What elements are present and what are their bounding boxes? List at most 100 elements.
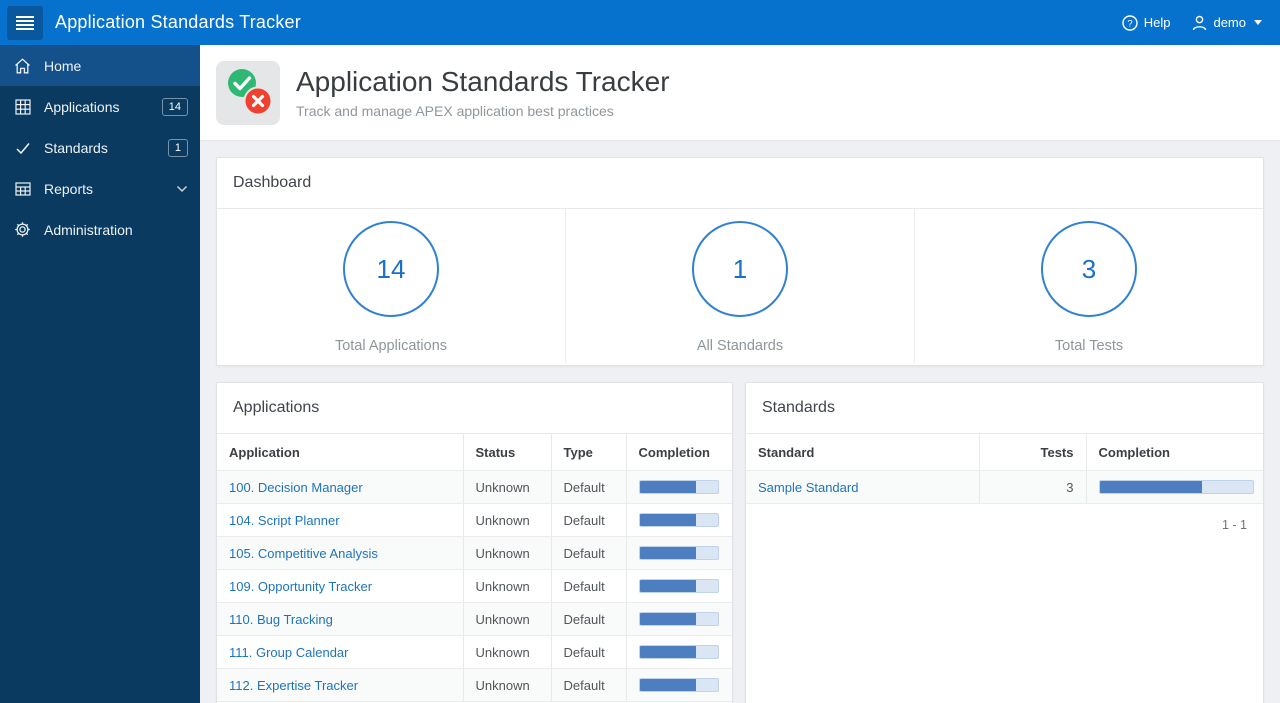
help-label: Help	[1143, 15, 1171, 30]
sidebar-item-applications[interactable]: Applications 14	[0, 86, 200, 127]
application-link[interactable]: 105. Competitive Analysis	[229, 546, 378, 561]
completion-progressbar	[638, 612, 719, 626]
user-icon	[1192, 15, 1207, 31]
stat-circle: 3	[1041, 221, 1137, 317]
applications-count-badge: 14	[161, 97, 188, 116]
sidebar-item-home[interactable]: Home	[0, 45, 200, 86]
sidebar-item-reports[interactable]: Reports	[0, 168, 200, 209]
page-subtitle: Track and manage APEX application best p…	[296, 102, 614, 119]
completion-progressbar	[638, 678, 719, 692]
stat-all-standards: 1 All Standards	[565, 209, 914, 363]
applications-table: Application Status Type Completion 100. …	[217, 433, 732, 702]
application-link[interactable]: 104. Script Planner	[229, 513, 340, 528]
page-header: Application Standards Tracker Track and …	[200, 45, 1280, 141]
stat-label: All Standards	[696, 338, 784, 354]
standards-table: Standard Tests Completion Sample Standar…	[746, 433, 1263, 504]
sidebar-item-label: Administration	[44, 221, 133, 238]
grid-icon	[14, 98, 31, 115]
application-link[interactable]: 112. Expertise Tracker	[229, 678, 358, 693]
status-cell: Unknown	[462, 536, 551, 570]
chevron-down-icon	[176, 185, 188, 193]
dashboard-card-title: Dashboard	[233, 174, 312, 191]
table-row: 110. Bug Tracking Unknown Default	[217, 602, 732, 636]
stat-circle: 1	[692, 221, 788, 317]
column-header: Status	[462, 433, 551, 471]
type-cell: Default	[550, 503, 626, 537]
table-row: 105. Competitive Analysis Unknown Defaul…	[217, 536, 732, 570]
completion-progressbar	[638, 480, 719, 494]
sidebar-item-label: Applications	[44, 98, 120, 115]
type-cell: Default	[550, 536, 626, 570]
column-header: Application	[217, 433, 463, 471]
stat-label: Total Applications	[334, 338, 448, 354]
sidebar-item-label: Standards	[44, 139, 108, 156]
table-row: 111. Group Calendar Unknown Default	[217, 635, 732, 669]
stat-circle: 14	[343, 221, 439, 317]
type-cell: Default	[550, 470, 626, 504]
stat-total-applications: 14 Total Applications	[217, 209, 565, 363]
type-cell: Default	[550, 668, 626, 702]
report-table-icon	[14, 180, 31, 197]
column-header: Standard	[746, 433, 979, 471]
help-icon: ?	[1122, 14, 1138, 31]
column-header: Completion	[1085, 433, 1263, 471]
tests-cell: 3	[978, 470, 1086, 504]
standards-count-badge: 1	[167, 138, 188, 157]
sidebar-nav: Home Applications 14 Standards 1 Reports…	[0, 45, 200, 703]
hamburger-icon	[16, 15, 34, 30]
sidebar-item-label: Reports	[44, 180, 94, 197]
applications-card: Applications Application Status Type Com…	[216, 382, 733, 703]
application-link[interactable]: 100. Decision Manager	[229, 480, 363, 495]
dashboard-card: Dashboard 14 Total Applications 1 All St…	[216, 157, 1264, 366]
applications-card-title: Applications	[233, 399, 320, 416]
table-row: 109. Opportunity Tracker Unknown Default	[217, 569, 732, 603]
type-cell: Default	[550, 602, 626, 636]
completion-progressbar	[638, 513, 719, 527]
application-link[interactable]: 111. Group Calendar	[229, 645, 348, 660]
status-cell: Unknown	[462, 602, 551, 636]
pagination-label: 1 - 1	[1221, 518, 1247, 532]
sidebar-item-administration[interactable]: Administration	[0, 209, 200, 250]
status-cell: Unknown	[462, 569, 551, 603]
stat-value: 3	[1081, 253, 1097, 284]
application-link[interactable]: 109. Opportunity Tracker	[229, 579, 372, 594]
user-menu[interactable]: demo	[1192, 15, 1262, 31]
table-row: Sample Standard 3	[746, 470, 1263, 504]
standards-card-title: Standards	[762, 399, 835, 416]
sidebar-item-standards[interactable]: Standards 1	[0, 127, 200, 168]
table-row: 104. Script Planner Unknown Default	[217, 503, 732, 537]
column-header: Type	[550, 433, 626, 471]
table-row: 100. Decision Manager Unknown Default	[217, 470, 732, 504]
svg-text:?: ?	[1127, 18, 1132, 29]
stat-total-tests: 3 Total Tests	[914, 209, 1263, 363]
page-title: Application Standards Tracker	[296, 66, 670, 98]
hamburger-menu-button[interactable]	[7, 5, 43, 40]
standard-link[interactable]: Sample Standard	[758, 480, 858, 495]
application-link[interactable]: 110. Bug Tracking	[229, 612, 333, 627]
column-header: Tests	[978, 433, 1086, 471]
sidebar-item-label: Home	[44, 57, 82, 74]
completion-progressbar	[638, 579, 719, 593]
table-row: 112. Expertise Tracker Unknown Default	[217, 668, 732, 702]
user-label: demo	[1213, 15, 1246, 30]
app-bar: Application Standards Tracker ? Help dem…	[0, 0, 1280, 45]
table-header-row: Standard Tests Completion	[746, 433, 1263, 471]
content-body: Dashboard 14 Total Applications 1 All St…	[200, 141, 1280, 703]
stat-value: 14	[376, 253, 406, 284]
status-cell: Unknown	[462, 503, 551, 537]
column-header: Completion	[625, 433, 732, 471]
app-title: Application Standards Tracker	[55, 12, 301, 32]
caret-down-icon	[1254, 20, 1262, 25]
type-cell: Default	[550, 569, 626, 603]
table-header-row: Application Status Type Completion	[217, 433, 732, 471]
main-region: Application Standards Tracker Track and …	[200, 45, 1280, 703]
status-cell: Unknown	[462, 668, 551, 702]
gear-icon	[14, 221, 31, 238]
help-link[interactable]: ? Help	[1122, 14, 1171, 31]
stat-label: Total Tests	[1054, 338, 1124, 354]
home-icon	[14, 57, 31, 74]
check-icon	[14, 139, 31, 156]
status-cell: Unknown	[462, 470, 551, 504]
completion-progressbar	[1098, 480, 1254, 494]
stat-value: 1	[732, 253, 748, 284]
